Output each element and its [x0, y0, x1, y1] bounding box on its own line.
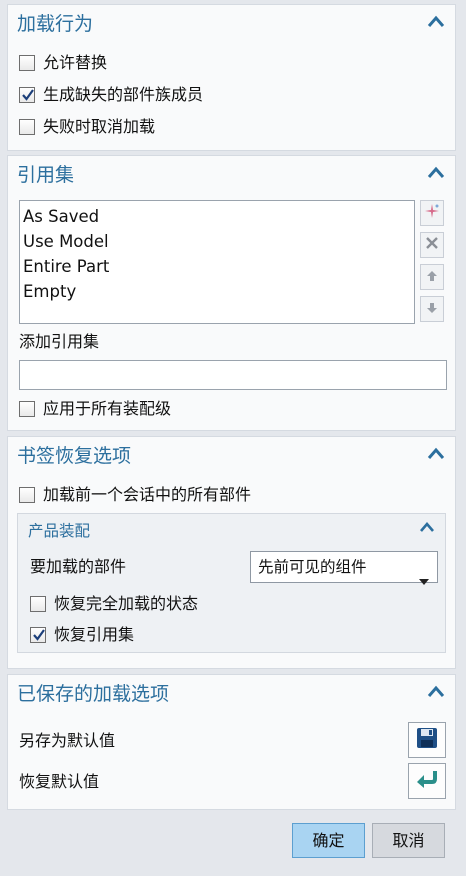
- arrow-down-icon: [425, 300, 439, 319]
- saved-load-options-section: 已保存的加载选项 另存为默认值 恢复默认值: [7, 674, 456, 810]
- save-as-default-label: 另存为默认值: [19, 731, 116, 750]
- restore-reference-set-label: 恢复引用集: [54, 625, 135, 644]
- loading-behavior-section: 加载行为 允许替换 生成缺失的部件族成员 失败时取消加载: [7, 4, 456, 151]
- collapse-chevron-icon[interactable]: [427, 15, 445, 31]
- list-item[interactable]: Use Model: [22, 229, 414, 254]
- bookmark-restore-section: 书签恢复选项 加载前一个会话中的所有部件 产品装配 要加载的部件 先前可见的组件…: [7, 436, 456, 669]
- apply-all-levels-option[interactable]: 应用于所有装配级: [19, 398, 171, 420]
- list-item[interactable]: Entire Part: [22, 254, 414, 279]
- section-title: 引用集: [17, 164, 75, 186]
- allow-replace-label: 允许替换: [43, 53, 108, 72]
- restore-loaded-state-label: 恢复完全加载的状态: [54, 594, 199, 613]
- product-assembly-title: 产品装配: [28, 522, 91, 540]
- bookmark-restore-header[interactable]: 书签恢复选项: [8, 437, 455, 475]
- components-to-load-select[interactable]: 先前可见的组件: [250, 551, 438, 585]
- cancel-on-fail-option[interactable]: 失败时取消加载: [19, 116, 155, 138]
- section-title: 已保存的加载选项: [17, 683, 170, 705]
- collapse-chevron-icon[interactable]: [419, 521, 437, 537]
- list-item[interactable]: As Saved: [22, 204, 414, 229]
- sparkle-add-icon: [423, 202, 441, 224]
- collapse-chevron-icon[interactable]: [427, 447, 445, 463]
- collapse-chevron-icon[interactable]: [427, 166, 445, 182]
- arrow-up-icon: [425, 268, 439, 287]
- restore-loaded-state-checkbox[interactable]: [30, 596, 46, 612]
- add-reference-set-button[interactable]: [420, 200, 444, 226]
- save-as-default-button[interactable]: [408, 722, 446, 758]
- cancel-on-fail-checkbox[interactable]: [19, 119, 35, 135]
- move-up-button[interactable]: [420, 264, 444, 290]
- apply-all-levels-label: 应用于所有装配级: [43, 399, 172, 418]
- cancel-on-fail-label: 失败时取消加载: [43, 117, 156, 136]
- product-assembly-group: 产品装配 要加载的部件 先前可见的组件 恢复完全加载的状态 恢复引用集: [17, 513, 446, 653]
- reference-sets-section: 引用集 As Saved Use Model Entire Part Empty: [7, 155, 456, 431]
- restore-reference-set-option[interactable]: 恢复引用集: [30, 624, 134, 646]
- add-reference-set-input[interactable]: [19, 360, 447, 390]
- section-title: 加载行为: [17, 13, 94, 35]
- load-all-parts-label: 加载前一个会话中的所有部件: [43, 485, 252, 504]
- saved-load-options-header[interactable]: 已保存的加载选项: [8, 675, 455, 713]
- cancel-button[interactable]: 取消: [372, 823, 445, 858]
- ok-button[interactable]: 确定: [292, 823, 365, 858]
- allow-replace-option[interactable]: 允许替换: [19, 52, 107, 74]
- save-disk-icon: [416, 727, 438, 753]
- return-arrow-icon: [415, 769, 439, 793]
- restore-reference-set-checkbox[interactable]: [30, 627, 46, 643]
- apply-all-levels-checkbox[interactable]: [19, 401, 35, 417]
- delete-reference-set-button[interactable]: [420, 232, 444, 258]
- components-to-load-label: 要加载的部件: [30, 557, 127, 576]
- components-to-load-value: 先前可见的组件: [258, 558, 367, 576]
- restore-default-button[interactable]: [408, 763, 446, 799]
- collapse-chevron-icon[interactable]: [427, 685, 445, 701]
- generate-missing-option[interactable]: 生成缺失的部件族成员: [19, 84, 203, 106]
- generate-missing-label: 生成缺失的部件族成员: [43, 85, 204, 104]
- allow-replace-checkbox[interactable]: [19, 55, 35, 71]
- generate-missing-checkbox[interactable]: [19, 87, 35, 103]
- load-all-parts-checkbox[interactable]: [19, 487, 35, 503]
- list-item[interactable]: Empty: [22, 279, 414, 304]
- restore-loaded-state-option[interactable]: 恢复完全加载的状态: [30, 593, 198, 615]
- loading-behavior-header[interactable]: 加载行为: [8, 5, 455, 43]
- restore-default-label: 恢复默认值: [19, 772, 100, 791]
- dropdown-arrow-icon: [419, 565, 429, 595]
- reference-sets-header[interactable]: 引用集: [8, 156, 455, 194]
- load-all-parts-option[interactable]: 加载前一个会话中的所有部件: [19, 484, 251, 506]
- reference-set-list[interactable]: As Saved Use Model Entire Part Empty: [19, 200, 415, 324]
- move-down-button[interactable]: [420, 296, 444, 322]
- close-icon: [424, 235, 440, 255]
- add-reference-set-label: 添加引用集: [19, 332, 100, 351]
- section-title: 书签恢复选项: [17, 445, 132, 467]
